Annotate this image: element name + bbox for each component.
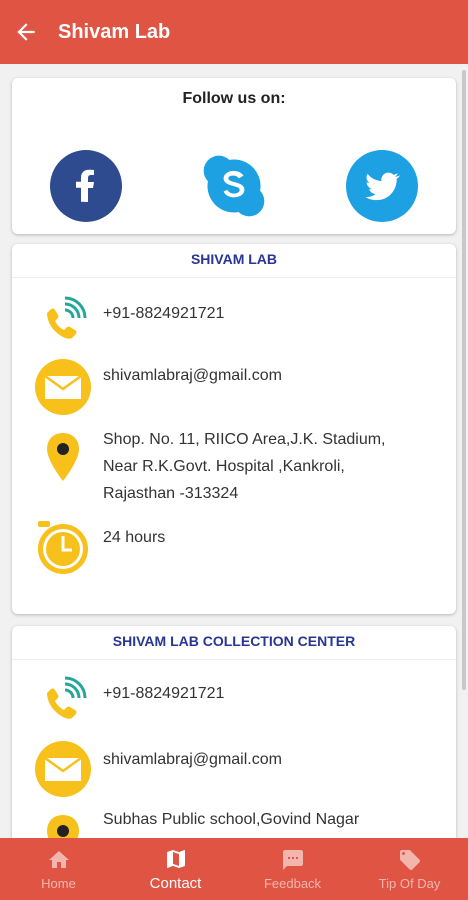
twitter-icon <box>365 172 400 201</box>
back-button[interactable] <box>2 0 50 64</box>
center-email[interactable]: shivamlabraj@gmail.com <box>103 746 282 773</box>
home-icon <box>47 848 71 872</box>
collection-center-card: SHIVAM LAB COLLECTION CENTER +91-8824921… <box>12 626 456 838</box>
lab-address-line2: Near R.K.Govt. Hospital ,Kankroli, <box>103 458 345 475</box>
page-title: Shivam Lab <box>58 20 171 43</box>
arrow-back-icon <box>17 23 35 41</box>
contact-content[interactable]: Follow us on: SHIVAM LAB +91-8824921721 … <box>0 64 468 838</box>
nav-home[interactable]: Home <box>0 838 117 900</box>
bottom-navigation: Home Contact Feedback Tip Of Day <box>0 838 468 900</box>
lab-email-row[interactable]: shivamlabraj@gmail.com <box>12 358 456 418</box>
lab-title: SHIVAM LAB <box>12 244 456 278</box>
nav-contact[interactable]: Contact <box>117 838 234 900</box>
lab-hours-row: 24 hours <box>12 518 456 580</box>
tag-icon <box>398 848 422 872</box>
center-address-line1: Subhas Public school,Govind Nagar <box>103 811 360 828</box>
nav-contact-label: Contact <box>149 874 202 892</box>
center-phone[interactable]: +91-8824921721 <box>103 680 224 707</box>
twitter-button[interactable] <box>346 150 418 222</box>
lab-address-line3: Rajasthan -313324 <box>103 485 239 502</box>
email-icon <box>34 740 92 798</box>
nav-feedback[interactable]: Feedback <box>234 838 351 900</box>
center-email-row[interactable]: shivamlabraj@gmail.com <box>12 740 456 800</box>
scrollbar[interactable] <box>462 70 466 690</box>
lab-address-row: Shop. No. 11, RIICO Area,J.K. Stadium, N… <box>12 424 456 514</box>
map-icon <box>164 847 188 871</box>
facebook-button[interactable] <box>50 150 122 222</box>
center-address-row: Subhas Public school,Govind Nagar <box>12 808 456 838</box>
nav-tip-label: Tip Of Day <box>378 875 441 891</box>
lab-card: SHIVAM LAB +91-8824921721 shivamlabraj@g… <box>12 244 456 614</box>
follow-card: Follow us on: <box>12 78 456 234</box>
lab-phone-row[interactable]: +91-8824921721 <box>12 290 456 350</box>
skype-icon <box>203 155 265 217</box>
follow-title: Follow us on: <box>182 90 286 107</box>
clock-icon <box>34 518 92 576</box>
facebook-icon <box>76 169 94 202</box>
social-row <box>12 150 456 226</box>
location-pin-icon <box>34 428 92 486</box>
location-pin-icon <box>34 810 92 838</box>
nav-feedback-label: Feedback <box>263 875 322 891</box>
feedback-icon <box>281 848 305 872</box>
lab-phone[interactable]: +91-8824921721 <box>103 300 224 327</box>
lab-email[interactable]: shivamlabraj@gmail.com <box>103 362 282 389</box>
skype-button[interactable] <box>198 150 270 222</box>
phone-icon <box>34 670 92 728</box>
nav-tip-of-day[interactable]: Tip Of Day <box>351 838 468 900</box>
phone-icon <box>34 290 92 348</box>
center-title: SHIVAM LAB COLLECTION CENTER <box>12 626 456 660</box>
nav-home-label: Home <box>41 875 76 891</box>
app-bar: Shivam Lab <box>0 0 468 64</box>
center-phone-row[interactable]: +91-8824921721 <box>12 670 456 730</box>
email-icon <box>34 358 92 416</box>
lab-hours: 24 hours <box>103 529 166 546</box>
lab-address-line1: Shop. No. 11, RIICO Area,J.K. Stadium, <box>103 431 386 448</box>
